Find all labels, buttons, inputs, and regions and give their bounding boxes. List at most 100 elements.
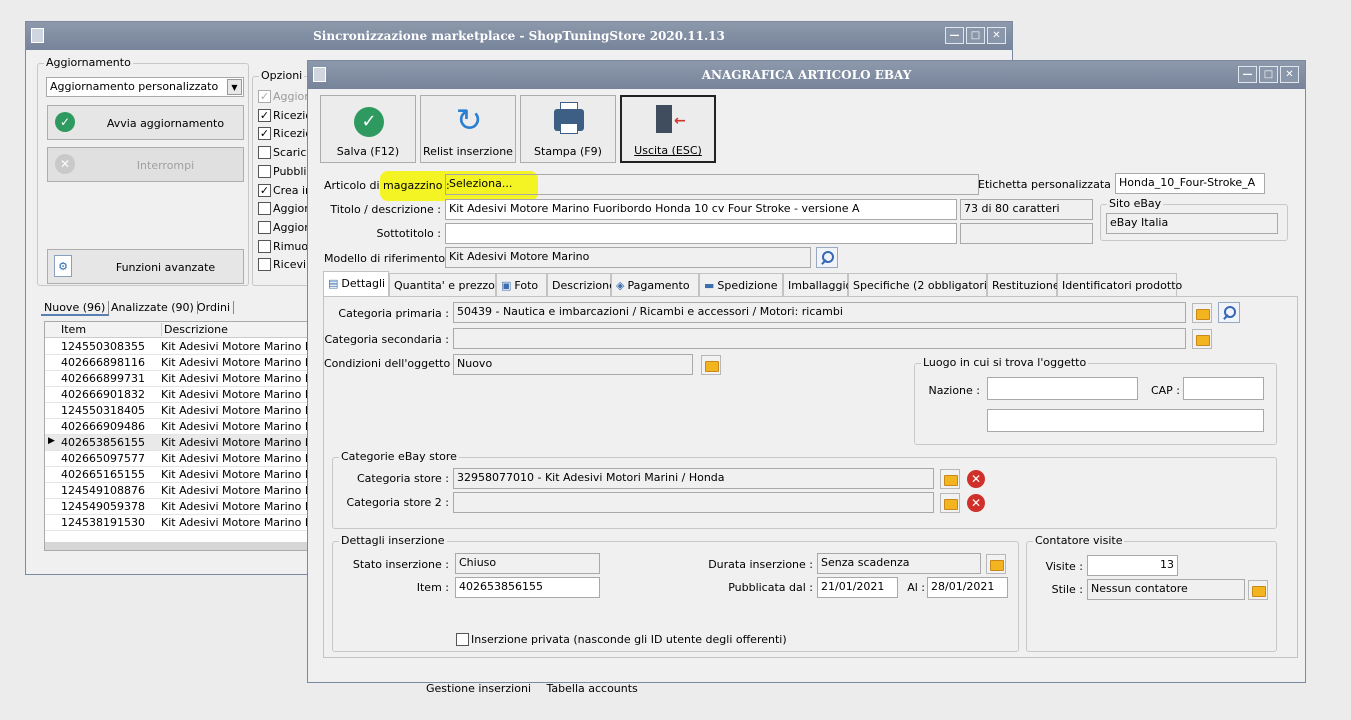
item-field[interactable]: 402653856155 [455,577,600,598]
table-row[interactable]: 124550308355 Kit Adesivi Motore Marino Fu… [45,339,307,355]
table-row[interactable]: 402666909486 Kit Adesivi Motore Marino Fu… [45,419,307,435]
cat-primaria-folder-icon[interactable] [1192,303,1212,323]
uscita-button[interactable]: ← Uscita (ESC) [620,95,716,163]
indirizzo-field[interactable] [987,409,1264,432]
sync-titlebar[interactable]: Sincronizzazione marketplace - ShopTunin… [26,22,1012,50]
tab-analizzate[interactable]: Analizzate (90) [108,301,198,314]
relist-button[interactable]: ↻ Relist inserzione [420,95,516,163]
item-value: 402653856155 [459,580,543,593]
row-descrizione: Kit Adesivi Motore Marino Fuori [161,484,307,497]
sottotitolo-field[interactable] [445,223,957,244]
stile-folder-icon[interactable] [1248,580,1268,600]
articolo-field[interactable]: Seleziona... [445,174,979,195]
gestione-inserzioni-link[interactable]: Gestione inserzioni [426,682,531,695]
tab-3[interactable]: Descrizione [547,273,616,297]
close-button[interactable]: ✕ [987,27,1006,44]
option-checkbox[interactable]: ✓ [258,183,271,197]
table-row[interactable]: 124549108876 Kit Adesivi Motore Marino Fu… [45,483,307,499]
minimize-button[interactable]: — [945,27,964,44]
tabella-accounts-link[interactable]: Tabella accounts [547,682,638,695]
option-label: Ricevi f [273,258,307,272]
privata-checkbox[interactable] [456,633,469,646]
stop-icon: ✕ [55,154,75,174]
durata-field[interactable]: Senza scadenza [817,553,981,574]
store2-folder-icon[interactable] [940,493,960,513]
visite-field[interactable]: 13 [1087,555,1178,576]
table-row[interactable]: 124549059378 Kit Adesivi Motore Marino Fu… [45,499,307,515]
grid-header-item[interactable]: Item [61,323,86,336]
table-row[interactable]: 124538191530 Kit Adesivi Motore Marino Fu… [45,515,307,531]
minimize-button[interactable]: — [1238,66,1257,83]
option-checkbox[interactable] [258,239,271,253]
cat-secondaria-folder-icon[interactable] [1192,329,1212,349]
condizioni-field[interactable]: Nuovo [453,354,693,375]
cap-field[interactable] [1183,377,1264,400]
option-checkbox[interactable] [258,146,271,160]
nazione-field[interactable] [987,377,1138,400]
option-checkbox[interactable] [258,202,271,216]
durata-folder-icon[interactable] [986,554,1006,574]
stile-field[interactable]: Nessun contatore [1087,579,1245,600]
store1-delete-icon[interactable]: ✕ [967,470,985,488]
grid-scrollbar[interactable] [45,542,307,550]
store1-folder-icon[interactable] [940,469,960,489]
option-checkbox[interactable] [258,164,271,178]
tab-7[interactable]: Specifiche (2 obbligatorie) [848,273,998,297]
tab-9[interactable]: Identificatori prodotto [1057,273,1182,297]
store2-field[interactable] [453,492,934,513]
cat-primaria-search-icon[interactable] [1218,302,1240,323]
stampa-button[interactable]: Stampa (F9) [520,95,616,163]
option-checkbox[interactable] [258,258,271,272]
al-field[interactable]: 28/01/2021 [927,577,1008,598]
tab-ordini[interactable]: Ordini [194,301,235,314]
interrompi-button[interactable]: ✕ Interrompi [47,147,244,182]
modello-field[interactable]: Kit Adesivi Motore Marino [445,247,811,268]
chevron-down-icon: ▼ [227,79,242,95]
row-item: 402666898116 [61,356,145,369]
option-checkbox[interactable]: ✓ [258,90,271,103]
condizioni-folder-icon[interactable] [701,355,721,375]
option-checkbox[interactable] [258,220,271,234]
etichetta-field[interactable]: Honda_10_Four-Stroke_A [1115,173,1265,194]
tab-2[interactable]: ▣ Foto [496,273,547,297]
cat-secondaria-field[interactable] [453,328,1186,349]
avvia-aggiornamento-button[interactable]: ✓ Avvia aggiornamento [47,105,244,140]
table-row[interactable]: 402665097577 Kit Adesivi Motore Marino Fu… [45,451,307,467]
funzioni-avanzate-button[interactable]: ⚙ Funzioni avanzate [47,249,244,284]
tab-8[interactable]: Restituzione [987,273,1060,297]
tab-0[interactable]: ▤ Dettagli [323,271,389,297]
tab-6[interactable]: Imballaggio [783,273,852,297]
maximize-button[interactable]: □ [966,27,985,44]
table-row[interactable]: ▶ 402653856155 Kit Adesivi Motore Marino F… [45,435,307,451]
cat-primaria-field[interactable]: 50439 - Nautica e imbarcazioni / Ricambi… [453,302,1186,323]
tab-5[interactable]: ▬ Spedizione [699,273,783,297]
table-row[interactable]: 402666901832 Kit Adesivi Motore Marino Fu… [45,387,307,403]
maximize-button[interactable]: □ [1259,66,1278,83]
relist-label: Relist inserzione [423,145,513,158]
option-checkbox[interactable]: ✓ [258,108,271,122]
table-row[interactable]: 402666899731 Kit Adesivi Motore Marino Fu… [45,371,307,387]
option-label: Ricezion [273,108,307,122]
tab-1[interactable]: Quantita' e prezzo [389,273,496,297]
update-type-select[interactable]: Aggiornamento personalizzato ▼ [46,77,244,97]
option-checkbox[interactable]: ✓ [258,127,271,141]
grid-header: Item Descrizione [45,322,307,338]
store2-delete-icon[interactable]: ✕ [967,494,985,512]
tab-nuove[interactable]: Nuove (96) [41,301,110,316]
close-button[interactable]: ✕ [1280,66,1299,83]
table-row[interactable]: 124550318405 Kit Adesivi Motore Marino Fu… [45,403,307,419]
store1-field[interactable]: 32958077010 - Kit Adesivi Motori Marini … [453,468,934,489]
titolo-field[interactable]: Kit Adesivi Motore Marino Fuoribordo Hon… [445,199,957,220]
table-row[interactable]: 402666898116 Kit Adesivi Motore Marino Fu… [45,355,307,371]
table-row[interactable]: 402665165155 Kit Adesivi Motore Marino Fu… [45,467,307,483]
condizioni-value: Nuovo [457,357,493,370]
items-grid: Item Descrizione 124550308355 Kit Adesivi… [44,321,308,551]
anagrafica-titlebar[interactable]: ANAGRAFICA ARTICOLO EBAY — □ ✕ [308,61,1305,89]
salva-button[interactable]: ✓ Salva (F12) [320,95,416,163]
app-icon [313,67,326,82]
tab-4[interactable]: ◈ Pagamento [611,273,699,297]
row-item: 124549108876 [61,484,145,497]
grid-header-descrizione[interactable]: Descrizione [161,323,228,336]
modello-search-icon[interactable] [816,247,838,268]
pubblicata-field[interactable]: 21/01/2021 [817,577,898,598]
